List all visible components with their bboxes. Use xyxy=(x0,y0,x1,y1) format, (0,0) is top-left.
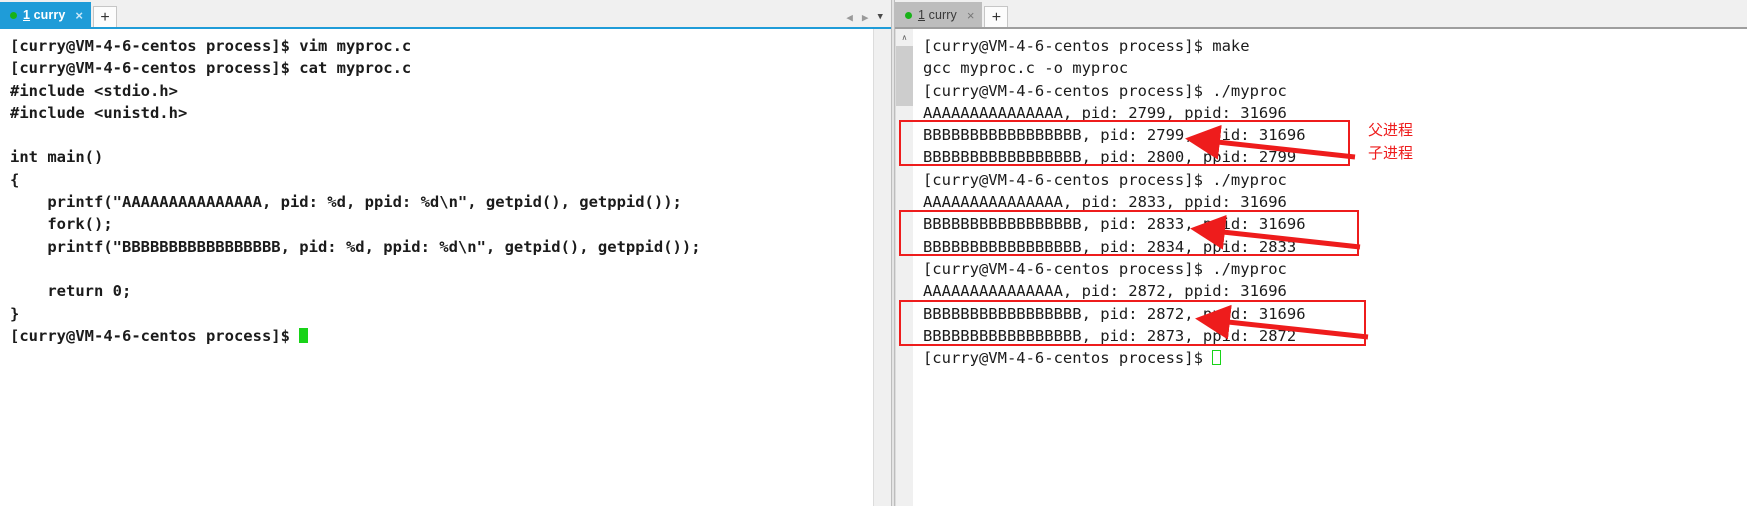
terminal-line: BBBBBBBBBBBBBBBBB, pid: 2873, ppid: 2872 xyxy=(922,326,1297,345)
terminal-line: BBBBBBBBBBBBBBBBB, pid: 2834, ppid: 2833 xyxy=(922,237,1297,256)
tab-status-dot-icon xyxy=(904,11,912,19)
terminal-line: AAAAAAAAAAAAAAA, pid: 2799, ppid: 31696 xyxy=(922,103,1287,122)
terminal-line: fork(); xyxy=(10,215,113,234)
terminal-line: [curry@VM-4-6-centos process]$ ./myproc xyxy=(922,259,1287,278)
terminal-line: [curry@VM-4-6-centos process]$ ./myproc xyxy=(922,81,1287,100)
tab-next-icon[interactable]: ▶ xyxy=(862,12,869,23)
terminal-line: } xyxy=(10,304,20,323)
left-tab-title: curry xyxy=(30,8,66,22)
terminal-cursor xyxy=(299,327,309,343)
left-terminal-output[interactable]: [curry@VM-4-6-centos process]$ vim mypro… xyxy=(0,29,873,506)
tab-menu-chevron-down-icon[interactable]: ▼ xyxy=(878,13,883,22)
terminal-line: [curry@VM-4-6-centos process]$ ./myproc xyxy=(922,170,1287,189)
terminal-line: return 0; xyxy=(10,282,132,301)
left-new-tab-button[interactable]: + xyxy=(93,6,117,28)
scrollbar-track[interactable] xyxy=(895,46,913,506)
terminal-line: [curry@VM-4-6-centos process]$ vim mypro… xyxy=(10,37,412,55)
terminal-cursor xyxy=(1212,350,1222,366)
left-scrollbar[interactable] xyxy=(872,29,891,506)
right-scrollbar[interactable]: ∧ xyxy=(894,29,913,506)
terminal-line: { xyxy=(10,170,20,189)
left-tab-nav-controls: ◀ ▶ ▼ xyxy=(846,12,891,27)
terminal-line: printf("AAAAAAAAAAAAAAA, pid: %d, ppid: … xyxy=(10,193,682,212)
tab-prev-icon[interactable]: ◀ xyxy=(846,12,853,23)
prompt-text: [curry@VM-4-6-centos process]$ xyxy=(922,349,1213,368)
left-tab-mnemonic: 1 xyxy=(23,8,31,22)
terminal-line: [curry@VM-4-6-centos process]$ cat mypro… xyxy=(10,59,412,78)
left-tab-bar: 1 curry × + ◀ ▶ ▼ xyxy=(0,0,891,28)
right-tab-mnemonic: 1 xyxy=(917,8,926,22)
terminal-line: BBBBBBBBBBBBBBBBB, pid: 2800, ppid: 2799 xyxy=(922,148,1297,167)
right-tab-label: 1 curry xyxy=(918,8,957,22)
terminal-line: AAAAAAAAAAAAAAA, pid: 2833, ppid: 31696 xyxy=(922,193,1287,212)
scrollbar-thumb[interactable] xyxy=(895,46,913,106)
left-tab-label: 1 curry xyxy=(23,8,65,22)
left-terminal-pane: 1 curry × + ◀ ▶ ▼ [curry@VM-4-6-centos p… xyxy=(0,0,891,506)
left-tab-curry[interactable]: 1 curry × xyxy=(0,2,91,28)
scroll-up-icon[interactable]: ∧ xyxy=(895,29,913,46)
right-terminal-pane: 1 curry × + ∧ [curry@VM-4-6-centos proce… xyxy=(894,0,1747,506)
terminal-line: #include <stdio.h> xyxy=(10,81,178,100)
terminal-line: printf("BBBBBBBBBBBBBBBBB, pid: %d, ppid… xyxy=(10,237,701,256)
terminal-line: AAAAAAAAAAAAAAA, pid: 2872, ppid: 31696 xyxy=(922,282,1287,301)
terminal-line: #include <unistd.h> xyxy=(10,103,188,122)
terminal-line: BBBBBBBBBBBBBBBBB, pid: 2833, ppid: 3169… xyxy=(922,215,1306,234)
right-terminal-body: ∧ [curry@VM-4-6-centos process]$ make gcc… xyxy=(894,27,1747,506)
left-terminal-body: [curry@VM-4-6-centos process]$ vim mypro… xyxy=(0,27,891,506)
right-tab-bar: 1 curry × + xyxy=(894,0,1747,28)
right-tab-curry[interactable]: 1 curry × xyxy=(894,2,983,28)
right-tab-title: curry xyxy=(925,8,957,22)
right-terminal-output[interactable]: [curry@VM-4-6-centos process]$ make gcc m… xyxy=(913,29,1747,506)
terminal-line: BBBBBBBBBBBBBBBBB, pid: 2872, ppid: 3169… xyxy=(922,304,1306,323)
terminal-prompt-line: [curry@VM-4-6-centos process]$ xyxy=(10,325,873,347)
terminal-prompt-line: [curry@VM-4-6-centos process]$ xyxy=(923,347,1747,369)
right-new-tab-button[interactable]: + xyxy=(984,6,1009,28)
terminal-line: gcc myproc.c -o myproc xyxy=(922,59,1129,78)
prompt-text: [curry@VM-4-6-centos process]$ xyxy=(10,326,300,345)
left-tab-close-icon[interactable]: × xyxy=(75,9,83,22)
right-tab-close-icon[interactable]: × xyxy=(967,9,975,22)
terminal-window: 1 curry × + ◀ ▶ ▼ [curry@VM-4-6-centos p… xyxy=(0,0,1747,506)
terminal-line: BBBBBBBBBBBBBBBBB, pid: 2799, ppid: 3169… xyxy=(922,126,1306,145)
tab-status-dot-icon xyxy=(10,11,17,19)
terminal-line: int main() xyxy=(10,148,104,167)
terminal-line: [curry@VM-4-6-centos process]$ make xyxy=(922,37,1250,55)
